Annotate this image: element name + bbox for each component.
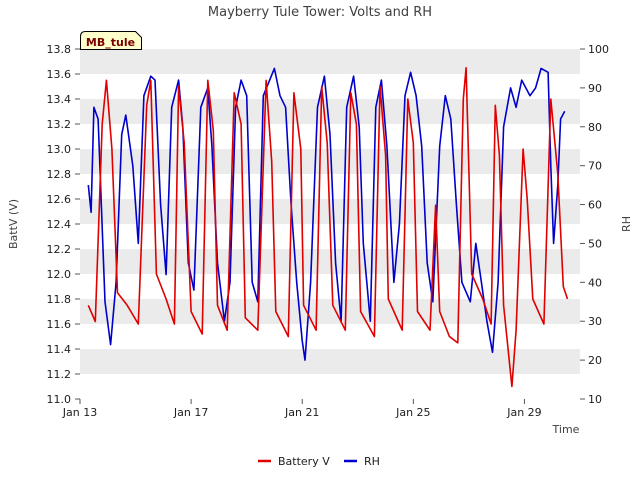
grid-band	[80, 349, 580, 374]
y-axis-label-right: RH	[620, 216, 633, 232]
left-tick-label: 11.2	[47, 368, 72, 381]
chart-root: Mayberry Tule Tower: Volts and RH 11.0 11…	[0, 0, 640, 480]
right-tick-label: 10	[588, 393, 602, 406]
legend-label-battery: Battery V	[278, 455, 330, 468]
x-tick-label: Jan 17	[173, 406, 208, 419]
right-tick-label: 30	[588, 315, 602, 328]
y-axis-label-left: BattV (V)	[7, 199, 20, 249]
left-tick-label: 12.6	[47, 193, 72, 206]
right-tick-label: 20	[588, 354, 602, 367]
chart-title: Mayberry Tule Tower: Volts and RH	[208, 5, 432, 20]
x-axis: Jan 13 Jan 17 Jan 21 Jan 25 Jan 29	[62, 399, 542, 419]
right-tick-label: 100	[588, 43, 609, 56]
left-axis: 11.0 11.2 11.4 11.6 11.8 12.0 12.2 12.4 12.6 12.8…	[47, 43, 80, 406]
left-tick-label: 11.8	[47, 293, 72, 306]
x-tick-label: Jan 25	[395, 406, 430, 419]
left-tick-label: 12.2	[47, 243, 72, 256]
x-tick-label: Jan 29	[506, 406, 541, 419]
right-tick-label: 90	[588, 82, 602, 95]
left-tick-label: 12.0	[47, 268, 72, 281]
grid-band	[80, 49, 580, 74]
left-tick-label: 13.2	[47, 118, 72, 131]
x-tick-label: Jan 21	[284, 406, 319, 419]
left-tick-label: 11.4	[47, 343, 72, 356]
left-tick-label: 13.0	[47, 143, 72, 156]
right-tick-label: 50	[588, 237, 602, 250]
chart-svg: Mayberry Tule Tower: Volts and RH 11.011…	[7, 5, 633, 468]
legend: Battery V RH	[258, 455, 380, 468]
left-tick-label: 11.0	[47, 393, 72, 406]
left-tick-label: 12.4	[47, 218, 72, 231]
grid-band	[80, 174, 580, 199]
legend-label-rh: RH	[364, 455, 380, 468]
left-tick-label: 11.6	[47, 318, 72, 331]
left-tick-label: 13.6	[47, 68, 72, 81]
right-axis: 10 20 30 40 50 60 70 80 90 100	[580, 43, 609, 406]
x-tick-label: Jan 13	[62, 406, 97, 419]
right-tick-label: 80	[588, 121, 602, 134]
right-tick-label: 70	[588, 160, 602, 173]
site-tag: MB_tule	[80, 31, 142, 50]
right-tick-label: 60	[588, 199, 602, 212]
right-tick-label: 40	[588, 276, 602, 289]
grid-band	[80, 274, 580, 299]
grid-band	[80, 324, 580, 349]
x-axis-label: Time	[552, 423, 580, 436]
left-tick-label: 13.4	[47, 93, 72, 106]
site-tag-label: MB_tule	[86, 36, 135, 49]
left-tick-label: 12.8	[47, 168, 72, 181]
left-tick-label: 13.8	[47, 43, 72, 56]
grid-band	[80, 374, 580, 399]
